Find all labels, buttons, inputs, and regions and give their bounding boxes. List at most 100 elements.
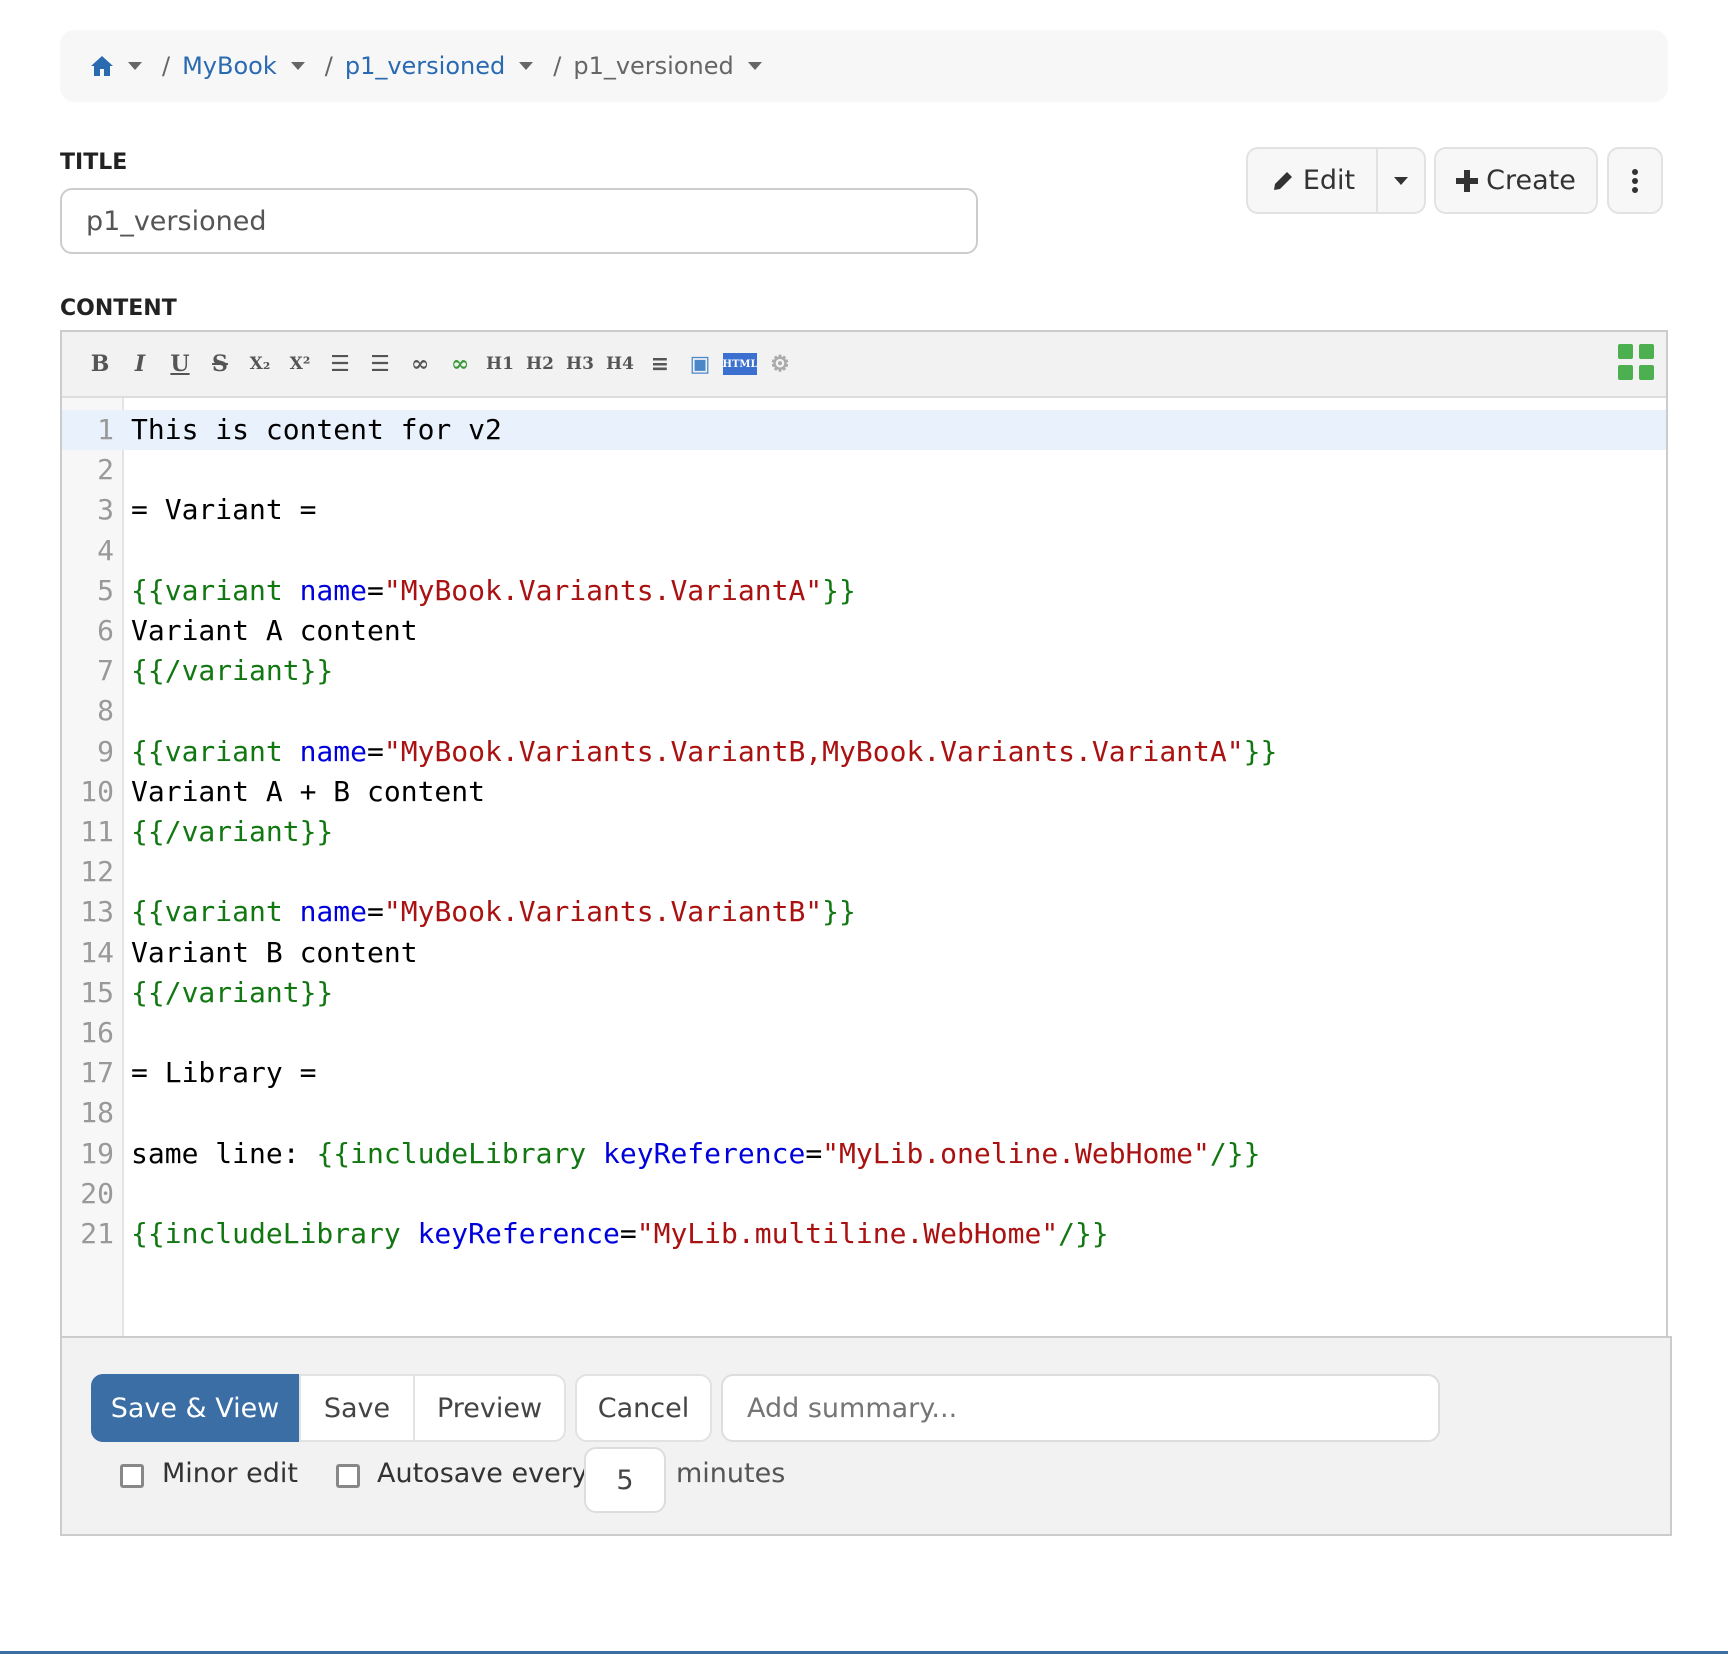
line-number: 4 [97, 533, 114, 567]
autosave-minutes-input[interactable] [584, 1447, 666, 1513]
save-button[interactable]: Save [299, 1374, 413, 1442]
token-attr: keyReference [417, 1217, 620, 1250]
line-number: 11 [80, 815, 114, 848]
chevron-down-icon[interactable] [747, 62, 762, 70]
token-plain: = Variant = [131, 493, 317, 527]
horizontal-rule-icon[interactable]: ≡ [640, 344, 680, 384]
code-line[interactable]: 15 {{/variant}} [62, 973, 1666, 1013]
link-icon[interactable]: ∞ [400, 344, 440, 384]
line-number: 21 [80, 1217, 114, 1250]
code-line[interactable]: 16 [62, 1013, 1666, 1053]
strikethrough-icon[interactable]: S [200, 344, 240, 384]
ellipsis-vertical-icon [1632, 168, 1638, 193]
line-number: 19 [80, 1136, 114, 1170]
chevron-down-icon[interactable] [128, 62, 142, 70]
code-line[interactable]: 5 {{variant name="MyBook.Variants.Variant… [62, 571, 1666, 611]
autosave-label[interactable]: Autosave every [377, 1458, 588, 1489]
cancel-button[interactable]: Cancel [575, 1374, 712, 1442]
code-line[interactable]: 6 Variant A content [62, 611, 1666, 651]
breadcrumb-current: p1_versioned [573, 52, 734, 80]
minor-edit-label[interactable]: Minor edit [162, 1458, 298, 1489]
code-line[interactable]: 17 = Library = [62, 1053, 1666, 1093]
chevron-down-icon[interactable] [519, 62, 534, 70]
line-number: 12 [80, 855, 114, 889]
chevron-down-icon[interactable] [290, 62, 305, 70]
macro-settings-icon[interactable]: ⚙ [760, 344, 800, 384]
code-line[interactable]: 2 [62, 450, 1666, 490]
breadcrumb: / MyBook / p1_versioned / p1_versioned [60, 30, 1668, 102]
token-plain: = [805, 1136, 823, 1170]
heading-1-icon[interactable]: H1 [480, 344, 520, 384]
code-line[interactable]: 20 [62, 1174, 1666, 1214]
line-number: 3 [97, 493, 114, 527]
breadcrumb-link[interactable]: p1_versioned [345, 52, 505, 80]
edit-button[interactable]: Edit [1246, 147, 1378, 214]
token-str: "MyLib.oneline.WebHome" [822, 1136, 1210, 1170]
html-icon[interactable]: HTML [723, 353, 758, 375]
line-number: 5 [97, 573, 114, 607]
token-macro: {{variant [131, 573, 300, 607]
subscript-icon[interactable]: X₂ [240, 344, 280, 384]
code-line[interactable]: 14 Variant B content [62, 933, 1666, 973]
code-line[interactable]: 18 [62, 1093, 1666, 1133]
italic-icon[interactable]: I [120, 344, 160, 384]
minor-edit-checkbox[interactable] [120, 1464, 144, 1488]
numbered-list-icon[interactable]: ☰ [360, 344, 400, 384]
plus-icon [1456, 169, 1479, 192]
code-area[interactable]: 1 This is content for v2 2 3 = Variant = 4 5 {{… [62, 398, 1666, 1338]
image-icon[interactable]: ▣ [680, 344, 720, 384]
breadcrumb-item-mybook[interactable]: MyBook [182, 52, 325, 80]
code-line[interactable]: 11 {{/variant}} [62, 812, 1666, 852]
more-actions-button[interactable] [1607, 147, 1663, 214]
heading-3-icon[interactable]: H3 [560, 344, 600, 384]
token-macro: {{includeLibrary [131, 1217, 418, 1250]
summary-input[interactable] [721, 1374, 1440, 1442]
code-line[interactable]: 13 {{variant name="MyBook.Variants.Varian… [62, 892, 1666, 932]
underline-icon[interactable]: U [160, 344, 200, 384]
heading-2-icon[interactable]: H2 [520, 344, 560, 384]
token-str: "MyBook.Variants.VariantB" [383, 895, 823, 929]
code-line[interactable]: 10 Variant A + B content [62, 772, 1666, 812]
breadcrumb-item-space[interactable]: p1_versioned [345, 52, 553, 80]
line-number: 15 [80, 975, 114, 1009]
superscript-icon[interactable]: X² [280, 344, 320, 384]
autosave-checkbox[interactable] [336, 1464, 360, 1488]
line-number: 13 [80, 895, 114, 929]
token-str: "MyLib.multiline.WebHome" [636, 1217, 1059, 1250]
heading-4-icon[interactable]: H4 [600, 344, 640, 384]
token-macro: {{/variant}} [131, 654, 334, 688]
line-text: Variant A + B content [131, 772, 485, 812]
code-line[interactable]: 7 {{/variant}} [62, 651, 1666, 691]
token-str: "MyBook.Variants.VariantB,MyBook.Variant… [383, 734, 1244, 768]
create-label: Create [1486, 165, 1576, 196]
link-external-icon[interactable]: ∞ [440, 344, 480, 384]
code-line[interactable]: 9 {{variant name="MyBook.Variants.Variant… [62, 732, 1666, 772]
token-plain: = [367, 895, 384, 929]
bold-icon[interactable]: B [80, 344, 120, 384]
code-line[interactable]: 21 {{includeLibrary keyReference="MyLib.m… [62, 1214, 1666, 1254]
create-button[interactable]: Create [1434, 147, 1598, 214]
line-number: 18 [80, 1096, 114, 1130]
content-editor[interactable]: B I U S X₂ X² ☰ ☰ ∞ ∞ H1 H2 H3 H4 ≡ ▣ HTML ⚙ 1 This is con… [60, 330, 1668, 1338]
code-line[interactable]: 8 [62, 691, 1666, 731]
save-and-view-button[interactable]: Save & View [91, 1374, 299, 1442]
code-line[interactable]: 4 [62, 531, 1666, 571]
title-label: TITLE [60, 150, 128, 175]
line-text: same line: {{includeLibrary keyReference… [131, 1134, 1260, 1174]
line-number: 2 [97, 453, 114, 487]
preview-button[interactable]: Preview [413, 1374, 566, 1442]
code-line[interactable]: 12 [62, 852, 1666, 892]
line-number: 9 [97, 734, 114, 768]
breadcrumb-home[interactable] [90, 55, 162, 77]
breadcrumb-link[interactable]: MyBook [182, 52, 277, 80]
code-line[interactable]: 19 same line: {{includeLibrary keyReferen… [62, 1134, 1666, 1174]
bulleted-list-icon[interactable]: ☰ [320, 344, 360, 384]
code-line[interactable]: 1 This is content for v2 [62, 410, 1666, 450]
code-line[interactable]: 3 = Variant = [62, 490, 1666, 530]
token-plain: = Library = [131, 1056, 317, 1090]
fullscreen-icon[interactable] [1618, 344, 1654, 380]
line-number: 14 [80, 935, 114, 969]
title-input[interactable] [60, 188, 978, 254]
line-text: This is content for v2 [131, 410, 502, 450]
edit-dropdown-button[interactable] [1376, 147, 1426, 214]
